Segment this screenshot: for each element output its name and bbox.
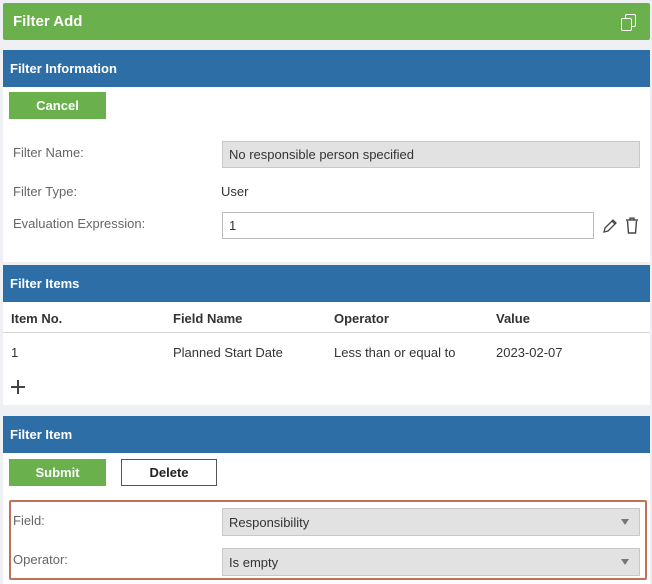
evaluation-expression-input[interactable]: 1 — [222, 212, 594, 239]
filter-item-section: Filter Item Submit Delete Field: Respons… — [3, 416, 650, 584]
section-header-filter-information: Filter Information — [3, 50, 650, 87]
filter-type-label: Filter Type: — [13, 184, 78, 199]
window-titlebar: Filter Add — [3, 3, 650, 40]
cell-field-name: Planned Start Date — [173, 345, 283, 360]
column-header-operator: Operator — [334, 311, 389, 326]
operator-label: Operator: — [13, 552, 68, 567]
column-header-value: Value — [496, 311, 530, 326]
chevron-down-icon — [621, 519, 629, 525]
operator-select-value: Is empty — [229, 554, 279, 570]
window-title: Filter Add — [13, 13, 83, 30]
field-select[interactable]: Responsibility — [222, 508, 640, 536]
section-header-filter-items: Filter Items — [3, 265, 650, 302]
table-row[interactable]: 1 Planned Start Date Less than or equal … — [3, 333, 650, 371]
section-header-filter-item: Filter Item — [3, 416, 650, 453]
cancel-button[interactable]: Cancel — [9, 92, 106, 119]
column-header-item-no: Item No. — [11, 311, 63, 326]
delete-button[interactable]: Delete — [121, 459, 217, 486]
submit-button[interactable]: Submit — [9, 459, 106, 486]
copy-icon[interactable] — [620, 13, 638, 31]
pencil-icon[interactable] — [602, 218, 618, 234]
cell-operator: Less than or equal to — [334, 345, 456, 360]
plus-icon[interactable] — [11, 380, 25, 394]
filter-information-section: Filter Information Cancel Filter Name: N… — [3, 50, 650, 262]
trash-icon[interactable] — [625, 217, 639, 234]
column-header-field-name: Field Name — [173, 311, 243, 326]
cell-item-no: 1 — [11, 345, 19, 360]
evaluation-expression-label: Evaluation Expression: — [13, 216, 146, 231]
filter-items-section: Filter Items Item No. Field Name Operato… — [3, 265, 650, 405]
chevron-down-icon — [621, 559, 629, 565]
filter-type-value: User — [221, 184, 249, 199]
filter-name-field[interactable]: No responsible person specified — [222, 141, 640, 168]
filter-name-label: Filter Name: — [13, 145, 84, 160]
field-label: Field: — [13, 513, 45, 528]
field-select-value: Responsibility — [229, 514, 310, 530]
operator-select[interactable]: Is empty — [222, 548, 640, 576]
cell-value: 2023-02-07 — [496, 345, 563, 360]
